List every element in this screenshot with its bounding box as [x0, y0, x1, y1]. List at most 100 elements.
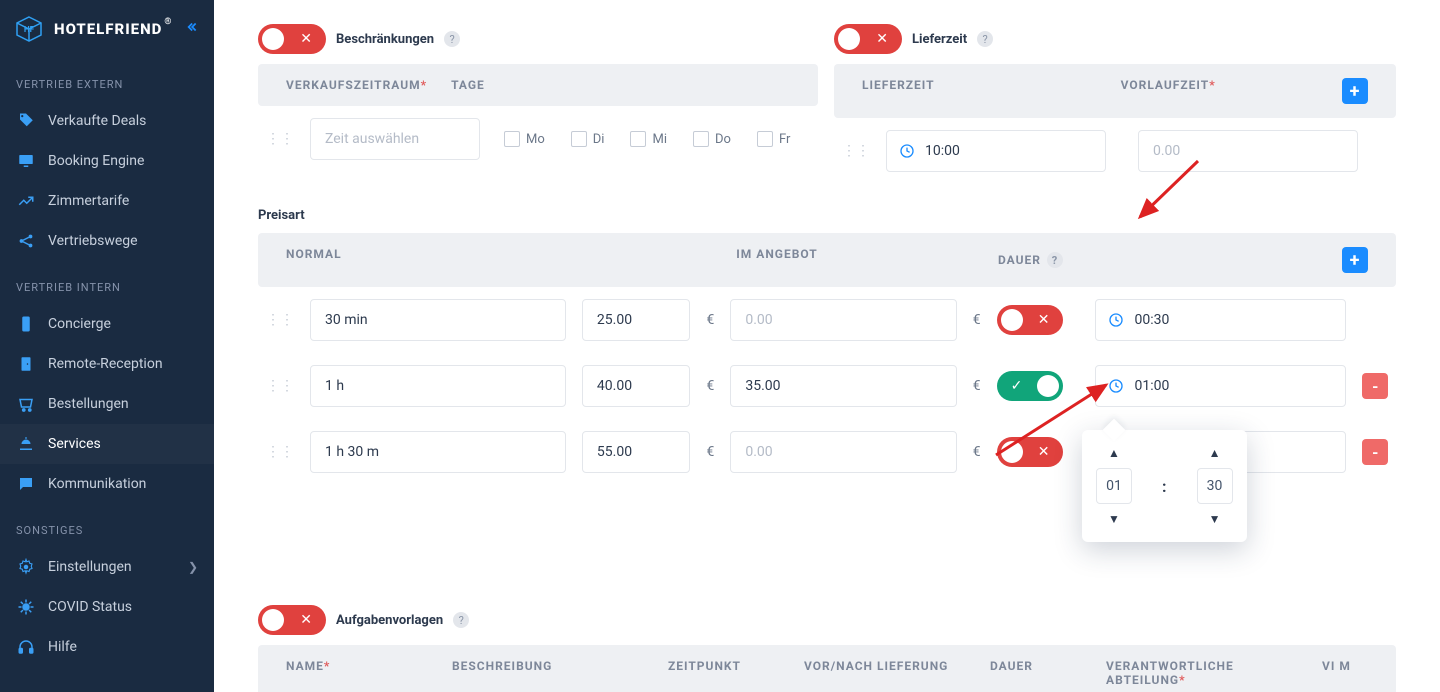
sidebar-item-services[interactable]: Services — [0, 424, 214, 464]
add-price-row-button[interactable]: + — [1342, 247, 1368, 273]
price-name-input[interactable] — [310, 299, 566, 341]
restrictions-header: VERKAUFSZEITRAUM* TAGE — [258, 64, 818, 106]
col-desc: BESCHREIBUNG — [452, 659, 652, 687]
day-checkbox[interactable]: Di — [571, 131, 605, 147]
col-period: VERKAUFSZEITRAUM — [286, 78, 421, 92]
pricetype-title: Preisart — [258, 208, 1396, 223]
sidebar-item-deals[interactable]: Verkaufte Deals — [0, 101, 214, 141]
offer-toggle[interactable]: ✓ — [997, 371, 1064, 401]
sidebar: HF HOTELFRIEND® VERTRIEB EXTERN Verkauft… — [0, 0, 214, 692]
currency-label: € — [706, 444, 714, 460]
help-icon[interactable]: ? — [977, 31, 993, 47]
sidebar-item-label: Einstellungen — [48, 559, 132, 575]
main-content: ✕ Beschränkungen ? VERKAUFSZEITRAUM* TAG… — [214, 0, 1440, 692]
duration-input[interactable] — [1095, 365, 1346, 407]
sidebar-collapse-button[interactable] — [184, 20, 198, 38]
chart-icon — [16, 191, 36, 211]
minute-value[interactable]: 30 — [1197, 468, 1233, 504]
sidebar-item-label: Zimmertarife — [48, 193, 129, 209]
restrictions-toggle[interactable]: ✕ — [258, 24, 326, 54]
sidebar-item-orders[interactable]: Bestellungen — [0, 384, 214, 424]
remove-row-button[interactable]: - — [1362, 373, 1388, 399]
brand-row: HF HOTELFRIEND® — [0, 0, 214, 58]
door-icon — [16, 354, 36, 374]
drag-handle-icon[interactable]: ⋮⋮ — [842, 143, 870, 159]
tag-icon — [16, 111, 36, 131]
col-dept: VERANTWORTLICHE ABTEILUNG — [1106, 659, 1234, 687]
clock-icon — [899, 143, 915, 159]
close-icon: ✕ — [876, 31, 888, 47]
leadtime-input[interactable] — [1138, 130, 1358, 172]
gear-icon — [16, 557, 36, 577]
sidebar-item-communication[interactable]: Kommunikation — [0, 464, 214, 504]
help-icon[interactable]: ? — [1047, 252, 1063, 268]
sidebar-item-label: Kommunikation — [48, 476, 146, 492]
chat-icon — [16, 474, 36, 494]
monitor-icon — [16, 151, 36, 171]
minute-down-button[interactable]: ▼ — [1209, 512, 1221, 526]
help-icon[interactable]: ? — [453, 612, 469, 628]
minute-up-button[interactable]: ▲ — [1209, 446, 1221, 460]
help-icon[interactable]: ? — [444, 31, 460, 47]
day-checkbox[interactable]: Fr — [757, 131, 790, 147]
hour-down-button[interactable]: ▼ — [1108, 512, 1120, 526]
hour-value[interactable]: 01 — [1096, 468, 1132, 504]
currency-label: € — [706, 312, 714, 328]
day-label: Do — [715, 132, 731, 147]
sidebar-item-help[interactable]: Hilfe — [0, 627, 214, 667]
sidebar-item-label: Hilfe — [48, 639, 77, 655]
sidebar-item-label: COVID Status — [48, 599, 132, 615]
offer-toggle[interactable]: ✕ — [997, 305, 1064, 335]
drag-handle-icon[interactable]: ⋮⋮ — [266, 378, 294, 394]
sidebar-section-intern: VERTRIEB INTERN — [0, 261, 214, 304]
duration-time-picker: ▲ 01 ▼ : ▲ 30 ▼ — [1082, 430, 1247, 542]
sidebar-item-channels[interactable]: Vertriebswege — [0, 221, 214, 261]
tasks-block: ✕ Aufgabenvorlagen ? NAME* BESCHREIBUNG … — [258, 605, 1396, 692]
add-delivery-button[interactable]: + — [1342, 78, 1368, 104]
sidebar-item-concierge[interactable]: Concierge — [0, 304, 214, 344]
delivery-toggle[interactable]: ✕ — [834, 24, 902, 54]
clock-icon — [1108, 312, 1124, 328]
remove-row-button[interactable]: - — [1362, 439, 1388, 465]
sidebar-item-rates[interactable]: Zimmertarife — [0, 181, 214, 221]
day-checkbox[interactable]: Do — [693, 131, 731, 147]
duration-input[interactable] — [1095, 299, 1346, 341]
drag-handle-icon[interactable]: ⋮⋮ — [266, 312, 294, 328]
drag-handle-icon[interactable]: ⋮⋮ — [266, 131, 294, 147]
hour-up-button[interactable]: ▲ — [1108, 446, 1120, 460]
day-checkbox[interactable]: Mo — [504, 131, 545, 147]
drag-handle-icon[interactable]: ⋮⋮ — [266, 444, 294, 460]
price-name-input[interactable] — [310, 365, 566, 407]
sidebar-item-settings[interactable]: Einstellungen ❯ — [0, 547, 214, 587]
day-checkbox[interactable]: Mi — [630, 131, 667, 147]
sidebar-item-booking[interactable]: Booking Engine — [0, 141, 214, 181]
pricetype-block: Preisart NORMAL IM ANGEBOT DAUER ? + ⋮⋮€… — [258, 208, 1396, 485]
currency-label: € — [973, 378, 981, 394]
tasks-header: NAME* BESCHREIBUNG ZEITPUNKT VOR/NACH LI… — [258, 645, 1396, 692]
period-input[interactable] — [310, 118, 480, 160]
toggle-icon: ✕ — [1038, 312, 1050, 328]
price-offer-input[interactable] — [730, 431, 956, 473]
price-normal-input[interactable] — [582, 299, 691, 341]
price-normal-input[interactable] — [582, 431, 691, 473]
restrictions-title: Beschränkungen — [336, 32, 434, 47]
price-name-input[interactable] — [310, 431, 566, 473]
offer-toggle[interactable]: ✕ — [997, 437, 1064, 467]
clock-icon — [1108, 378, 1124, 394]
col-name: NAME — [286, 659, 324, 673]
delivery-time-input[interactable] — [886, 130, 1106, 172]
day-label: Di — [593, 132, 605, 147]
price-offer-input[interactable] — [730, 299, 956, 341]
col-normal: NORMAL — [286, 247, 556, 273]
close-icon: ✕ — [300, 31, 312, 47]
sidebar-section-other: SONSTIGES — [0, 504, 214, 547]
price-offer-input[interactable] — [730, 365, 956, 407]
day-label: Fr — [779, 132, 790, 147]
sidebar-item-remote[interactable]: Remote-Reception — [0, 344, 214, 384]
toggle-icon: ✓ — [1011, 378, 1023, 394]
brand-name: HOTELFRIEND® — [54, 20, 172, 38]
close-icon: ✕ — [300, 612, 312, 628]
tasks-toggle[interactable]: ✕ — [258, 605, 326, 635]
sidebar-item-covid[interactable]: COVID Status — [0, 587, 214, 627]
price-normal-input[interactable] — [582, 365, 691, 407]
